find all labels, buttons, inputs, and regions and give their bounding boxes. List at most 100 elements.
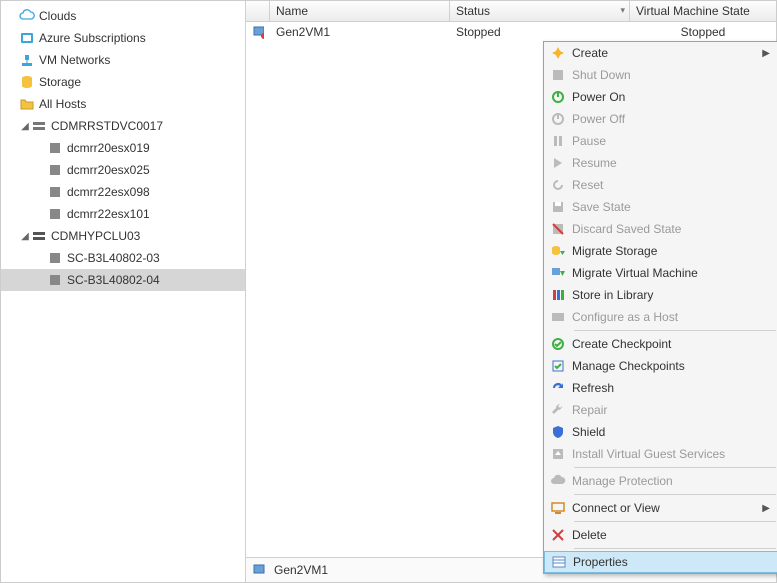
menu-item-repair: Repair xyxy=(544,399,777,421)
tree-label: VM Networks xyxy=(39,53,110,67)
tree-clouds[interactable]: Clouds xyxy=(1,5,245,27)
menu-item-label: Repair xyxy=(572,403,777,417)
tree-cluster[interactable]: ◢ CDMRRSTDVC0017 xyxy=(1,115,245,137)
menu-item-label: Manage Checkpoints xyxy=(572,359,777,373)
submenu-arrow-icon: ▶ xyxy=(762,48,770,59)
azure-icon xyxy=(19,30,35,46)
menu-separator xyxy=(574,330,776,331)
cell-vmstate: Stopped xyxy=(630,23,776,41)
col-name[interactable]: Name xyxy=(270,1,450,21)
col-label: Virtual Machine State xyxy=(636,4,750,18)
tree-label: dcmrr20esx025 xyxy=(67,163,150,177)
pause-icon xyxy=(544,133,572,149)
cluster-icon xyxy=(31,228,47,244)
tree-cluster[interactable]: ◢ CDMHYPCLU03 xyxy=(1,225,245,247)
menu-item-label: Discard Saved State xyxy=(572,222,777,236)
menu-item-label: Shut Down xyxy=(572,68,777,82)
poweron-icon xyxy=(544,89,572,105)
col-label: Name xyxy=(276,4,308,18)
tree-host-selected[interactable]: SC-B3L40802-04 xyxy=(1,269,245,291)
sort-indicator-icon: ▾ xyxy=(620,5,625,16)
menu-item-migratestorage[interactable]: Migrate Storage xyxy=(544,240,777,262)
tree-host[interactable]: dcmrr22esx101 xyxy=(1,203,245,225)
table-row[interactable]: Gen2VM1 Stopped Stopped xyxy=(246,22,776,42)
tree-vmnetworks[interactable]: VM Networks xyxy=(1,49,245,71)
tree-label: CDMHYPCLU03 xyxy=(51,229,140,243)
installguest-icon xyxy=(544,446,572,462)
expand-arrow-icon[interactable]: ◢ xyxy=(19,121,31,132)
create-icon xyxy=(544,45,572,61)
menu-item-library[interactable]: Store in Library xyxy=(544,284,777,306)
menu-item-confighost: Configure as a Host xyxy=(544,306,777,328)
cell-name: Gen2VM1 xyxy=(270,23,450,41)
menu-item-label: Create xyxy=(572,46,777,60)
menu-item-label: Delete xyxy=(572,528,777,542)
tree-storage[interactable]: Storage xyxy=(1,71,245,93)
shield-icon xyxy=(544,424,572,440)
tree-label: dcmrr22esx098 xyxy=(67,185,150,199)
menu-item-label: Migrate Virtual Machine xyxy=(572,266,777,280)
tree-host[interactable]: SC-B3L40802-03 xyxy=(1,247,245,269)
expand-arrow-icon[interactable]: ◢ xyxy=(19,231,31,242)
menu-item-label: Resume xyxy=(572,156,777,170)
menu-item-label: Refresh xyxy=(572,381,777,395)
menu-item-connect[interactable]: Connect or View▶ xyxy=(544,497,777,519)
menu-separator xyxy=(574,494,776,495)
menu-item-properties[interactable]: Properties xyxy=(544,551,777,573)
menu-item-managecheck[interactable]: Manage Checkpoints xyxy=(544,355,777,377)
menu-separator xyxy=(574,548,776,549)
menu-item-label: Migrate Storage xyxy=(572,244,777,258)
menu-item-checkpoint[interactable]: Create Checkpoint xyxy=(544,333,777,355)
menu-item-label: Install Virtual Guest Services xyxy=(572,447,777,461)
folder-icon xyxy=(19,96,35,112)
menu-item-refresh[interactable]: Refresh xyxy=(544,377,777,399)
cell-status: Stopped xyxy=(450,23,630,41)
menu-item-shield[interactable]: Shield xyxy=(544,421,777,443)
menu-item-label: Configure as a Host xyxy=(572,310,777,324)
menu-item-label: Properties xyxy=(573,555,777,569)
tree-host[interactable]: dcmrr22esx098 xyxy=(1,181,245,203)
tree-azure[interactable]: Azure Subscriptions xyxy=(1,27,245,49)
grid-header: Name Status▾ Virtual Machine State xyxy=(246,1,776,22)
menu-item-savestate: Save State xyxy=(544,196,777,218)
col-status[interactable]: Status▾ xyxy=(450,1,630,21)
migratestorage-icon xyxy=(544,243,572,259)
menu-item-shutdown: Shut Down xyxy=(544,64,777,86)
menu-item-label: Power On xyxy=(572,90,777,104)
tree-label: Storage xyxy=(39,75,81,89)
menu-item-label: Shield xyxy=(572,425,777,439)
host-icon xyxy=(47,206,63,222)
col-vmstate[interactable]: Virtual Machine State xyxy=(630,1,776,21)
menu-item-resume: Resume xyxy=(544,152,777,174)
cluster-icon xyxy=(31,118,47,134)
menu-item-pause: Pause xyxy=(544,130,777,152)
col-icon[interactable] xyxy=(246,1,270,21)
tree-host[interactable]: dcmrr20esx019 xyxy=(1,137,245,159)
menu-item-label: Save State xyxy=(572,200,777,214)
menu-item-discard: Discard Saved State xyxy=(544,218,777,240)
vm-icon xyxy=(252,562,268,578)
repair-icon xyxy=(544,402,572,418)
delete-icon xyxy=(544,527,572,543)
storage-icon xyxy=(19,74,35,90)
menu-item-label: Connect or View xyxy=(572,501,777,515)
menu-item-poweron[interactable]: Power On xyxy=(544,86,777,108)
menu-item-delete[interactable]: Delete xyxy=(544,524,777,546)
menu-item-label: Create Checkpoint xyxy=(572,337,777,351)
migratevm-icon xyxy=(544,265,572,281)
menu-item-label: Power Off xyxy=(572,112,777,126)
host-icon xyxy=(47,162,63,178)
menu-item-migratevm[interactable]: Migrate Virtual Machine xyxy=(544,262,777,284)
menu-separator xyxy=(574,467,776,468)
menu-item-label: Manage Protection xyxy=(572,474,777,488)
tree-allhosts[interactable]: All Hosts xyxy=(1,93,245,115)
cloud-icon xyxy=(19,8,35,24)
tree-host[interactable]: dcmrr20esx025 xyxy=(1,159,245,181)
host-icon xyxy=(47,184,63,200)
menu-item-label: Store in Library xyxy=(572,288,777,302)
host-icon xyxy=(47,272,63,288)
menu-item-create[interactable]: Create▶ xyxy=(544,42,777,64)
resume-icon xyxy=(544,155,572,171)
tree-label: Clouds xyxy=(39,9,76,23)
tree-label: dcmrr20esx019 xyxy=(67,141,150,155)
